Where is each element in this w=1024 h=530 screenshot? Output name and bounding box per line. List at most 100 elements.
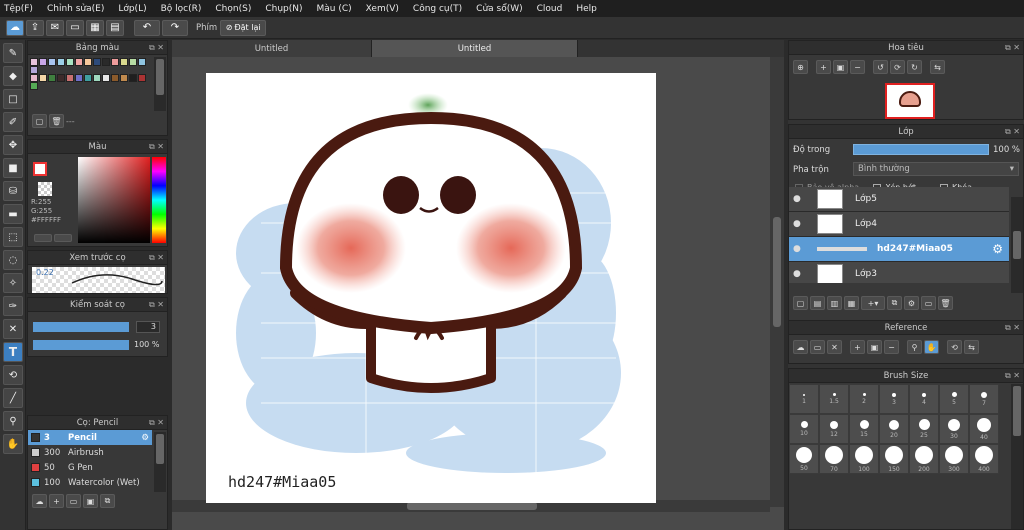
layer-settings-icon[interactable]: ⚙ (904, 296, 919, 310)
eyedropper-icon[interactable]: ⚲ (3, 411, 23, 431)
palette-swatch[interactable] (48, 58, 56, 66)
ref-zoom-out-icon[interactable]: − (884, 340, 899, 354)
palette-swatch[interactable] (84, 58, 92, 66)
brush-opacity-slider[interactable] (33, 340, 129, 350)
menu-item[interactable]: Bộ lọc(R) (161, 4, 202, 14)
grid-icon[interactable]: ▦ (86, 19, 104, 36)
brush-folder-icon[interactable]: ▭ (66, 494, 81, 508)
palette-swatch[interactable] (75, 74, 83, 82)
text-icon[interactable]: T (3, 342, 23, 362)
panel-popout-icon[interactable]: ⧉ ✕ (1005, 127, 1020, 137)
palette-swatch[interactable] (57, 58, 65, 66)
canvas-paper[interactable]: hd247#Miaa05 (206, 73, 656, 503)
eraser-icon[interactable]: ◆ (3, 66, 23, 86)
select-pen-icon[interactable]: ✑ (3, 296, 23, 316)
brush-cloud-icon[interactable]: ☁ (32, 494, 47, 508)
menu-item[interactable]: Lớp(L) (118, 4, 146, 14)
menu-item[interactable]: Cloud (537, 4, 563, 14)
layer-row[interactable]: ● Lớp3 (789, 262, 1009, 283)
palette-swatch[interactable] (30, 74, 38, 82)
fill-rect-icon[interactable]: ■ (3, 158, 23, 178)
ref-zoom-in-icon[interactable]: + (850, 340, 865, 354)
select-rect-icon[interactable]: ⬚ (3, 227, 23, 247)
menu-item[interactable]: Xem(V) (366, 4, 399, 14)
menu-item[interactable]: Chỉnh sửa(E) (47, 4, 104, 14)
eye-icon[interactable]: ● (793, 244, 807, 254)
brush-size-cell[interactable]: 2 (849, 384, 879, 414)
zoom-out-icon[interactable]: − (850, 60, 865, 74)
ref-cloud-icon[interactable]: ☁ (793, 340, 808, 354)
cloud-icon[interactable]: ☁ (6, 19, 24, 36)
menu-item[interactable]: Help (576, 4, 597, 14)
saturation-picker[interactable] (78, 157, 150, 243)
palette-swatch[interactable] (39, 74, 47, 82)
palette-swatch[interactable] (129, 74, 137, 82)
blend-select[interactable]: Bình thường ▾ (853, 162, 1019, 176)
palette-swatch[interactable] (138, 58, 146, 66)
eye-icon[interactable]: ● (793, 269, 807, 279)
brush-size-cell[interactable]: 20 (879, 414, 909, 444)
menu-item[interactable]: Chọn(S) (215, 4, 251, 14)
brush-size-cell[interactable]: 70 (819, 444, 849, 474)
palette-swatch[interactable] (102, 58, 110, 66)
rotate-left-icon[interactable]: ↺ (873, 60, 888, 74)
merge-icon[interactable]: ⧉ (887, 296, 902, 310)
brush-size-cell[interactable]: 15 (849, 414, 879, 444)
palette-swatch[interactable] (84, 74, 92, 82)
brush-size-cell[interactable]: 300 (939, 444, 969, 474)
brush-size-cell[interactable]: 30 (939, 414, 969, 444)
menu-item[interactable]: Cửa sổ(W) (476, 4, 522, 14)
select-eraser-icon[interactable]: ✕ (3, 319, 23, 339)
delete-layer-icon[interactable]: 🗑 (938, 296, 953, 310)
pen-icon[interactable]: ✐ (3, 112, 23, 132)
divider-icon[interactable]: ╱ (3, 388, 23, 408)
new-layer-3-icon[interactable]: ▥ (827, 296, 842, 310)
hand-icon[interactable]: ✋ (3, 434, 23, 454)
magic-wand-icon[interactable]: ✧ (3, 273, 23, 293)
bucket-icon[interactable]: ⛁ (3, 181, 23, 201)
reset-button[interactable]: ⊘ Đặt lại (220, 19, 267, 36)
brush-item[interactable]: 100 Watercolor (Wet) (28, 475, 152, 490)
rotate-reset-icon[interactable]: ⟳ (890, 60, 905, 74)
move-icon[interactable]: ✥ (3, 135, 23, 155)
document-icon[interactable]: ▤ (106, 19, 124, 36)
palette-scrollbar[interactable] (154, 57, 166, 111)
brush-size-cell[interactable]: 40 (969, 414, 999, 444)
new-layer-icon[interactable]: ▢ (793, 296, 808, 310)
palette-swatch[interactable] (111, 74, 119, 82)
ref-open-icon[interactable]: ▭ (810, 340, 825, 354)
zoom-in-icon[interactable]: ⊕ (793, 60, 808, 74)
eye-icon[interactable]: ● (793, 219, 807, 229)
palette-swatch[interactable] (66, 74, 74, 82)
menu-item[interactable]: Tệp(F) (4, 4, 33, 14)
palette-swatch[interactable] (66, 58, 74, 66)
brush-size-cell[interactable]: 1 (789, 384, 819, 414)
brush-item[interactable]: 3 Pencil ⚙ (28, 430, 152, 445)
palette-swatch[interactable] (93, 74, 101, 82)
palette-swatch[interactable] (120, 74, 128, 82)
fit-icon[interactable]: ▣ (833, 60, 848, 74)
palette-swatch[interactable] (48, 74, 56, 82)
brush-size-cell[interactable]: 3 (879, 384, 909, 414)
zoom-plus-icon[interactable]: + (816, 60, 831, 74)
panel-popout-icon[interactable]: ⧉ ✕ (1005, 371, 1020, 381)
brush-add-icon[interactable]: + (49, 494, 64, 508)
lasso-icon[interactable]: ◌ (3, 250, 23, 270)
layer-row[interactable]: ● Lớp5 (789, 187, 1009, 212)
brush-size-cell[interactable]: 200 (909, 444, 939, 474)
tab-untitled-2[interactable]: Untitled (372, 40, 578, 57)
ref-rotate-icon[interactable]: ⟲ (947, 340, 962, 354)
layer-scrollbar[interactable] (1011, 197, 1023, 293)
brush-size-cell[interactable]: 400 (969, 444, 999, 474)
brush-size-cell[interactable]: 25 (909, 414, 939, 444)
brush-size-scrollbar[interactable] (1011, 384, 1023, 529)
new-layer-2-icon[interactable]: ▤ (810, 296, 825, 310)
palette-swatch[interactable] (93, 58, 101, 66)
brush-size-cell[interactable]: 10 (789, 414, 819, 444)
primary-color-swatch[interactable] (33, 162, 47, 176)
layer-opacity-slider[interactable] (853, 144, 989, 155)
brush-size-slider[interactable] (33, 322, 129, 332)
navigator-thumbnail[interactable] (885, 83, 935, 119)
palette-swatch[interactable] (30, 58, 38, 66)
brush-size-value[interactable]: 3 (136, 321, 160, 333)
